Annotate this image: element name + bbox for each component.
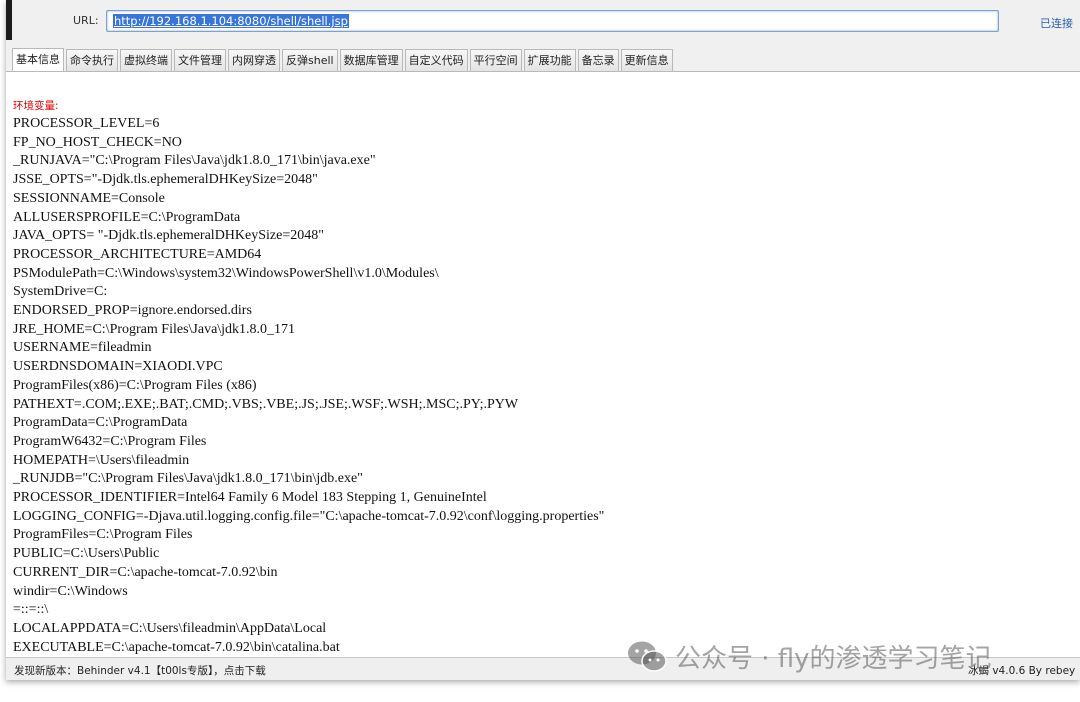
- connection-status[interactable]: 已连接: [1040, 15, 1073, 31]
- env-variable-line: EXECUTABLE=C:\apache-tomcat-7.0.92\bin\c…: [13, 639, 340, 655]
- env-variable-line: ProgramData=C:\ProgramData: [13, 415, 188, 431]
- env-variable-line: PROCESSOR_ARCHITECTURE=AMD64: [13, 246, 262, 262]
- env-variable-line: windir=C:\Windows: [13, 583, 128, 599]
- env-variable-line: PUBLIC=C:\Users\Public: [13, 546, 160, 562]
- behinder-window: URL: http://192.168.1.104:8080/shell/she…: [6, 0, 1080, 680]
- url-input[interactable]: http://192.168.1.104:8080/shell/shell.js…: [106, 10, 999, 32]
- tab-file-manager[interactable]: 文件管理: [174, 49, 226, 71]
- env-variable-line: ALLUSERSPROFILE=C:\ProgramData: [13, 209, 241, 225]
- url-value[interactable]: http://192.168.1.104:8080/shell/shell.js…: [113, 14, 349, 28]
- env-variable-line: _RUNJDB="C:\Program Files\Java\jdk1.8.0_…: [13, 471, 363, 487]
- tab-memo[interactable]: 备忘录: [577, 49, 619, 71]
- tab-custom-code[interactable]: 自定义代码: [404, 49, 468, 71]
- env-variable-line: PROCESSOR_LEVEL=6: [13, 116, 160, 131]
- watermark-text: 公众号 · fly的渗透学习笔记: [675, 644, 992, 674]
- env-variable-line: PSModulePath=C:\Windows\system32\Windows…: [13, 265, 439, 281]
- env-variable-line: ENDORSED_PROP=ignore.endorsed.dirs: [13, 303, 252, 319]
- env-variable-line: ProgramFiles(x86)=C:\Program Files (x86): [13, 377, 257, 393]
- env-variable-line: =::=::\: [13, 602, 49, 618]
- env-variable-line: SystemDrive=C:: [13, 284, 108, 300]
- tab-bar: 基本信息 命令执行 虚拟终端 文件管理 内网穿透 反弹shell 数据库管理 自…: [12, 48, 675, 72]
- env-variable-line: PATHEXT=.COM;.EXE;.BAT;.CMD;.VBS;.VBE;.J…: [13, 396, 519, 412]
- env-variable-line: HOMEPATH=\Users\fileadmin: [13, 452, 190, 468]
- watermark: 公众号 · fly的渗透学习笔记: [627, 638, 992, 675]
- env-variable-line: USERNAME=fileadmin: [13, 340, 152, 356]
- tab-update-info[interactable]: 更新信息: [620, 49, 673, 71]
- env-header: 环境变量:: [13, 100, 59, 112]
- tab-parallel-space[interactable]: 平行空间: [469, 49, 522, 71]
- wechat-icon: [628, 641, 667, 672]
- url-label: URL:: [73, 14, 99, 27]
- tab-virtual-terminal[interactable]: 虚拟终端: [120, 49, 172, 71]
- env-variable-line: SESSIONNAME=Console: [13, 190, 165, 206]
- update-notice-link[interactable]: 发现新版本：Behinder v4.1【t00ls专版】，点击下载: [14, 663, 266, 678]
- env-variable-line: PROCESSOR_IDENTIFIER=Intel64 Family 6 Mo…: [13, 490, 487, 506]
- env-variable-line: JRE_HOME=C:\Program Files\Java\jdk1.8.0_…: [13, 321, 296, 337]
- env-variable-line: CURRENT_DIR=C:\apache-tomcat-7.0.92\bin: [13, 564, 278, 580]
- env-variable-line: ProgramW6432=C:\Program Files: [13, 433, 207, 449]
- env-variable-line: ProgramFiles=C:\Program Files: [13, 527, 193, 543]
- tab-reverse-shell[interactable]: 反弹shell: [282, 49, 338, 71]
- tab-extensions[interactable]: 扩展功能: [523, 49, 576, 71]
- tab-database-manager[interactable]: 数据库管理: [339, 49, 403, 71]
- env-variable-line: USERDNSDOMAIN=XIAODI.VPC: [13, 359, 223, 375]
- env-variable-line: LOGGING_CONFIG=-Djava.util.logging.confi…: [13, 508, 605, 524]
- env-variable-list: PROCESSOR_LEVEL=6 FP_NO_HOST_CHECK=NO _RUN…: [13, 115, 604, 657]
- basic-info-panel: 环境变量: PROCESSOR_LEVEL=6 FP_NO_HOST_CHECK=…: [6, 71, 1080, 658]
- tab-intranet-tunnel[interactable]: 内网穿透: [228, 49, 280, 71]
- env-variable-line: _RUNJAVA="C:\Program Files\Java\jdk1.8.0…: [13, 153, 376, 169]
- env-variable-line: LOCALAPPDATA=C:\Users\fileadmin\AppData\…: [13, 620, 327, 636]
- env-variable-line: FP_NO_HOST_CHECK=NO: [13, 134, 182, 150]
- env-variable-line: JSSE_OPTS="-Djdk.tls.ephemeralDHKeySize=…: [13, 172, 318, 188]
- url-bar: URL: http://192.168.1.104:8080/shell/she…: [6, 0, 1080, 44]
- env-variable-line: JAVA_OPTS= "-Djdk.tls.ephemeralDHKeySize…: [13, 228, 324, 244]
- tab-basic-info[interactable]: 基本信息: [12, 48, 64, 71]
- tab-command-exec[interactable]: 命令执行: [66, 49, 118, 71]
